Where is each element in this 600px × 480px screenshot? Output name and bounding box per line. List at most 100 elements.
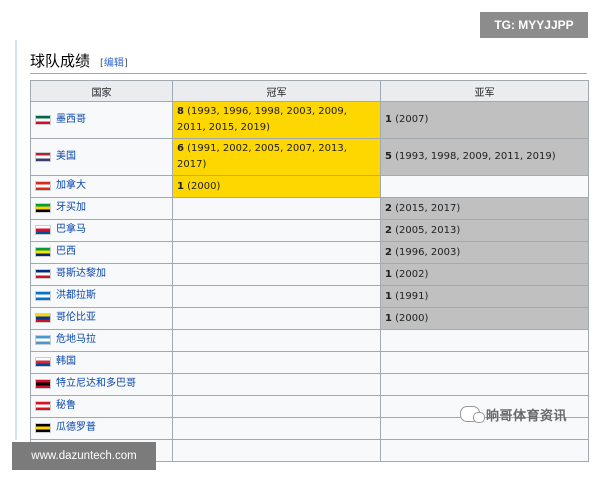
country-cell: 巴拿马 (30, 219, 173, 242)
column-header-runner-up: 亚军 (380, 80, 589, 102)
country-cell: 瓜德罗普 (30, 417, 173, 440)
champion-cell (172, 197, 381, 220)
country-link[interactable]: 巴西 (56, 246, 76, 257)
title-count: 8 (177, 106, 184, 117)
runner-up-cell (380, 351, 589, 374)
runner-up-cell: 2 (2015, 2017) (380, 197, 589, 220)
table-header-row: 国家 冠军 亚军 (30, 80, 589, 102)
title-count: 6 (177, 143, 184, 154)
champion-cell (172, 241, 381, 264)
edit-bracket-close: ] (123, 58, 128, 69)
country-link[interactable]: 墨西哥 (56, 114, 86, 125)
flag-icon (35, 225, 51, 235)
country-link[interactable]: 哥斯达黎加 (56, 268, 106, 279)
champion-cell: 8 (1993, 1996, 1998, 2003, 2009, 2011, 2… (172, 101, 381, 139)
column-header-champion: 冠军 (172, 80, 381, 102)
country-cell: 墨西哥 (30, 101, 173, 139)
column-header-country: 国家 (30, 80, 173, 102)
country-link[interactable]: 秘鲁 (56, 400, 76, 411)
flag-icon (35, 401, 51, 411)
country-cell: 哥斯达黎加 (30, 263, 173, 286)
title-count: 1 (177, 180, 184, 192)
tg-watermark: TG: MYYJJPP (480, 12, 588, 38)
runner-up-cell (380, 439, 589, 462)
country-link[interactable]: 洪都拉斯 (56, 290, 96, 301)
title-count: 1 (385, 114, 392, 125)
country-cell: 哥伦比亚 (30, 307, 173, 330)
title-years: (2007) (395, 114, 429, 125)
account-name: 晌哥体育资讯 (486, 408, 568, 424)
title-years: (2000) (187, 180, 221, 192)
country-link[interactable]: 美国 (56, 151, 76, 162)
flag-icon (35, 379, 51, 389)
flag-icon (35, 291, 51, 301)
flag-icon (35, 203, 51, 213)
table-row: 巴西 2 (1996, 2003) (30, 241, 589, 264)
flag-icon (35, 423, 51, 433)
heading-rule (30, 73, 587, 74)
title-count: 2 (385, 224, 392, 236)
table-row: 墨西哥 8 (1993, 1996, 1998, 2003, 2009, 2011… (30, 101, 589, 139)
country-cell: 危地马拉 (30, 329, 173, 352)
country-link[interactable]: 瓜德罗普 (56, 422, 96, 433)
title-count: 1 (385, 312, 392, 324)
edit-link[interactable]: 编辑 (104, 54, 124, 69)
champion-cell (172, 329, 381, 352)
flag-icon (35, 313, 51, 323)
table-row: 特立尼达和多巴哥 (30, 373, 589, 396)
champion-cell (172, 219, 381, 242)
title-years: (1991) (395, 290, 429, 302)
title-years: (1991, 2002, 2005, 2007, 2013, 2017) (177, 143, 347, 170)
country-cell: 加拿大 (30, 175, 173, 198)
table-row: 哥伦比亚 1 (2000) (30, 307, 589, 330)
runner-up-cell: 1 (2002) (380, 263, 589, 286)
title-years: (2000) (395, 312, 429, 324)
flag-icon (35, 247, 51, 257)
title-count: 5 (385, 151, 392, 162)
runner-up-cell (380, 329, 589, 352)
champion-cell (172, 395, 381, 418)
runner-up-cell: 1 (2000) (380, 307, 589, 330)
title-years: (2005, 2013) (395, 224, 461, 236)
country-link[interactable]: 特立尼达和多巴哥 (56, 378, 136, 389)
account-watermark: 晌哥体育资讯 (460, 403, 567, 425)
wechat-icon (460, 406, 485, 423)
country-link[interactable]: 韩国 (56, 356, 76, 367)
country-cell: 秘鲁 (30, 395, 173, 418)
champion-cell (172, 263, 381, 286)
champion-cell (172, 351, 381, 374)
runner-up-cell: 1 (1991) (380, 285, 589, 308)
flag-icon (35, 181, 51, 191)
table-row: 危地马拉 (30, 329, 589, 352)
table-row: 美国 6 (1991, 2002, 2005, 2007, 2013, 2017)… (30, 138, 589, 176)
champion-cell (172, 417, 381, 440)
title-years: (2002) (395, 268, 429, 280)
country-cell: 韩国 (30, 351, 173, 374)
flag-icon (35, 269, 51, 279)
country-link[interactable]: 牙买加 (56, 202, 86, 213)
table-row: 牙买加 2 (2015, 2017) (30, 197, 589, 220)
runner-up-cell: 1 (2007) (380, 101, 589, 139)
champion-cell (172, 373, 381, 396)
section-title: 球队成绩 (30, 52, 91, 70)
left-accent-bar (15, 40, 17, 440)
table-row: 巴拿马 2 (2005, 2013) (30, 219, 589, 242)
flag-icon (35, 151, 51, 162)
country-link[interactable]: 哥伦比亚 (56, 312, 96, 323)
champion-cell: 6 (1991, 2002, 2005, 2007, 2013, 2017) (172, 138, 381, 176)
title-years: (2015, 2017) (395, 202, 461, 214)
country-cell: 特立尼达和多巴哥 (30, 373, 173, 396)
country-link[interactable]: 加拿大 (56, 180, 86, 191)
title-years: (1993, 1996, 1998, 2003, 2009, 2011, 201… (177, 106, 347, 133)
flag-icon (35, 357, 51, 367)
country-cell: 洪都拉斯 (30, 285, 173, 308)
country-link[interactable]: 巴拿马 (56, 224, 86, 235)
country-link[interactable]: 危地马拉 (56, 334, 96, 345)
title-count: 1 (385, 290, 392, 302)
runner-up-cell (380, 373, 589, 396)
country-cell: 巴西 (30, 241, 173, 264)
flag-icon (35, 114, 51, 125)
title-count: 1 (385, 268, 392, 280)
table-row: 韩国 (30, 351, 589, 374)
champion-cell (172, 285, 381, 308)
